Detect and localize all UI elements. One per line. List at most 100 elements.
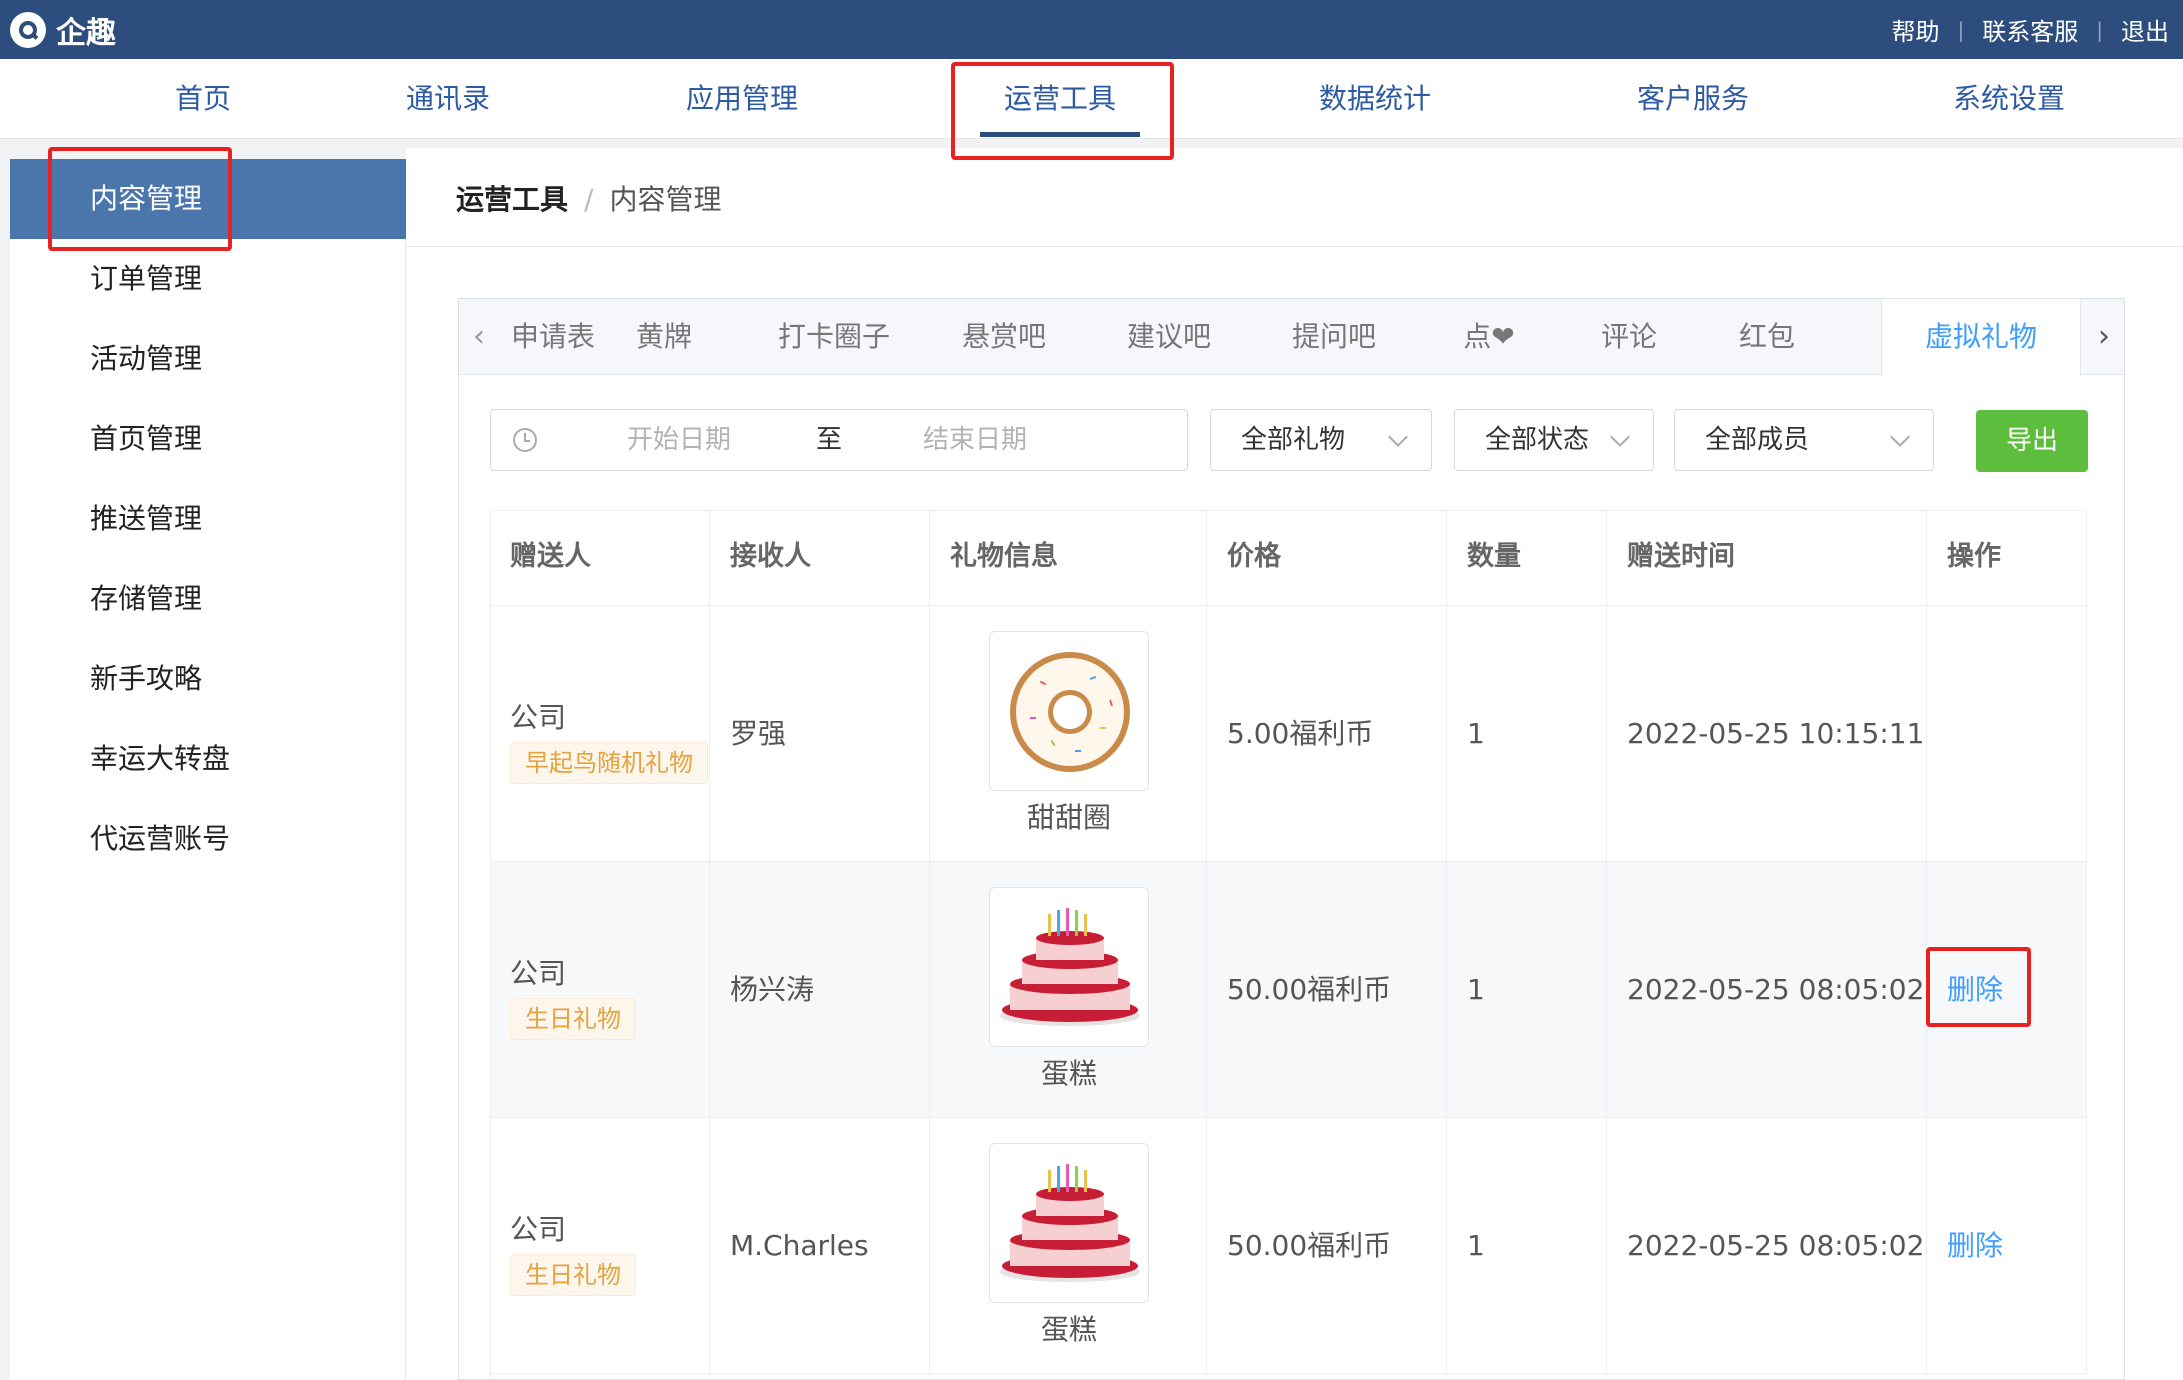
col-header-sender: 赠送人 [490,510,710,606]
sender-name: 公司 [510,1213,567,1246]
tab-red-packet[interactable]: 红包 [1727,299,1807,375]
nav-system-settings[interactable]: 系统设置 [1934,59,2084,139]
sidebar-item-storage-management[interactable]: 存储管理 [10,559,406,639]
tab-bounty[interactable]: 悬赏吧 [949,299,1059,375]
gift-name: 甜甜圈 [1026,801,1111,834]
col-header-price: 价格 [1207,510,1447,606]
table-row-sender: 公司 生日礼物 [490,862,710,1118]
tab-commendation-label: 申请表彰 [510,320,595,353]
table-row-sender: 公司 生日礼物 [490,1118,710,1374]
price-cell: 5.00福利币 [1207,606,1447,862]
tag-label: 生日礼物 [510,1254,636,1296]
quantity-cell: 1 [1447,862,1607,1118]
send-time-cell: 2022-05-25 08:05:02 [1607,862,1927,1118]
actions-cell [1927,606,2087,862]
active-nav-indicator [980,132,1140,137]
status-select-value: 全部状态 [1485,425,1590,455]
logo-icon [10,12,46,48]
gift-name: 蛋糕 [1040,1313,1097,1346]
tab-suggestion[interactable]: 建议吧 [1114,299,1224,375]
price-cell: 50.00福利币 [1207,862,1447,1118]
gift-info-cell: 蛋糕 [930,862,1207,1118]
gift-select-value: 全部礼物 [1241,425,1346,455]
receiver-cell: M.Charles [710,1118,930,1374]
breadcrumb: 运营工具 / 内容管理 [456,178,721,218]
gift-select[interactable]: 全部礼物 [1210,409,1432,471]
chevron-down-icon [1890,427,1910,447]
sidebar-item-beginner-guide[interactable]: 新手攻略 [10,639,406,719]
tab-commendation[interactable]: 申请表彰 [485,299,595,375]
tab-checkin-circle[interactable]: 打卡圈子 [759,299,909,375]
sidebar-item-activity-management[interactable]: 活动管理 [10,319,406,399]
tab-like[interactable]: 点❤ [1449,299,1529,375]
help-link[interactable]: 帮助 [1892,12,1940,47]
sidebar-item-lucky-wheel[interactable]: 幸运大转盘 [10,719,406,799]
col-header-gift-info: 礼物信息 [930,510,1207,606]
contact-support-link[interactable]: 联系客服 [1982,12,2078,47]
gift-name: 蛋糕 [1040,1057,1097,1090]
price-cell: 50.00福利币 [1207,1118,1447,1374]
gift-info-cell: 蛋糕 [930,1118,1207,1374]
export-button[interactable]: 导出 [1976,410,2088,472]
sidebar-item-content-management[interactable]: 内容管理 [10,159,406,239]
date-range-separator: 至 [816,425,843,455]
send-time-cell: 2022-05-25 10:15:11 [1607,606,1927,862]
delete-link[interactable]: 删除 [1947,973,2003,1006]
receiver-cell: 罗强 [710,606,930,862]
date-range-picker[interactable]: 开始日期 至 结束日期 [490,409,1188,471]
quantity-cell: 1 [1447,606,1607,862]
gift-table: 赠送人 接收人 礼物信息 价格 数量 赠送时间 操作 公司 早起鸟随机礼物 罗强 [490,510,2087,1380]
tag-label: 生日礼物 [510,998,636,1040]
delete-link[interactable]: 删除 [1947,1229,2003,1262]
actions-cell: 删除 [1927,1118,2087,1374]
sidebar-item-push-management[interactable]: 推送管理 [10,479,406,559]
member-select-value: 全部成员 [1705,425,1810,455]
tabs-bar: ‹ 申请表彰 黄牌 打卡圈子 悬赏吧 建议吧 提问吧 点❤ 评论 红包 虚拟礼物… [459,299,2124,376]
logout-link[interactable]: 退出 [2121,12,2169,47]
tab-comments[interactable]: 评论 [1589,299,1669,375]
receiver-cell: 杨兴涛 [710,862,930,1118]
col-header-send-time: 赠送时间 [1607,510,1927,606]
chevron-down-icon [1610,427,1630,447]
member-select[interactable]: 全部成员 [1674,409,1934,471]
clock-icon [513,428,537,452]
breadcrumb-root[interactable]: 运营工具 [456,183,568,216]
main-nav: 首页 通讯录 应用管理 运营工具 数据统计 客户服务 系统设置 [0,59,2183,139]
sidebar-item-order-management[interactable]: 订单管理 [10,239,406,319]
tab-yellow-card[interactable]: 黄牌 [614,299,714,375]
logo[interactable]: 企趣 [10,10,116,51]
gift-info-cell: 甜甜圈 [930,606,1207,862]
tab-virtual-gift[interactable]: 虚拟礼物 [1881,299,2081,376]
gift-source-tag: 早起鸟随机礼物 [510,742,708,784]
end-date-input[interactable]: 结束日期 [923,410,1027,470]
quantity-cell: 1 [1447,1118,1607,1374]
breadcrumb-current: 内容管理 [609,183,722,216]
nav-app-management[interactable]: 应用管理 [667,59,817,139]
sidebar: 内容管理 订单管理 活动管理 首页管理 推送管理 存储管理 新手攻略 幸运大转盘… [10,159,406,1380]
app-name: 企趣 [56,16,116,51]
nav-customer-service[interactable]: 客户服务 [1618,59,1768,139]
sidebar-item-agency-account[interactable]: 代运营账号 [10,799,406,879]
tab-questions[interactable]: 提问吧 [1279,299,1389,375]
separator: | [2096,17,2103,42]
col-header-quantity: 数量 [1447,510,1607,606]
nav-contacts[interactable]: 通讯录 [393,59,503,139]
sender-name: 公司 [510,701,567,734]
start-date-input[interactable]: 开始日期 [627,410,731,470]
cake-icon [989,887,1149,1047]
gift-source-tag: 生日礼物 [510,998,636,1040]
tabs-scroll-right-icon[interactable]: › [2084,299,2124,375]
sender-name: 公司 [510,957,567,990]
top-links: 帮助 | 联系客服 | 退出 [1892,0,2170,59]
send-time-cell: 2022-05-25 08:05:02 [1607,1118,1927,1374]
gift-source-tag: 生日礼物 [510,1254,636,1296]
status-select[interactable]: 全部状态 [1454,409,1654,471]
sidebar-item-homepage-management[interactable]: 首页管理 [10,399,406,479]
nav-home[interactable]: 首页 [148,59,258,139]
breadcrumb-separator: / [584,183,594,216]
cake-icon [989,1143,1149,1303]
nav-statistics[interactable]: 数据统计 [1300,59,1450,139]
nav-operation-tools[interactable]: 运营工具 [985,59,1135,139]
col-header-receiver: 接收人 [710,510,930,606]
table-row-sender: 公司 早起鸟随机礼物 [490,606,710,862]
